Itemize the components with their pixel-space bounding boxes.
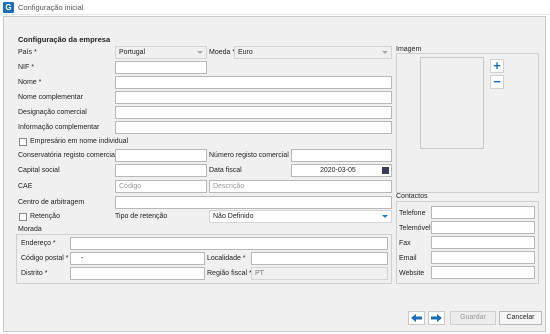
distrito-label: Distrito * (21, 270, 48, 277)
cae-codigo-input[interactable]: Código (115, 180, 207, 193)
retencao-label: Retenção (30, 213, 60, 220)
minus-icon[interactable]: − (490, 75, 504, 89)
cae-descricao-input[interactable]: Descrição (209, 180, 392, 193)
endereco-input[interactable] (70, 237, 388, 250)
moeda-label: Moeda * (209, 49, 236, 56)
plus-icon[interactable]: + (490, 59, 504, 73)
numero-registo-label: Número registo comercial * (209, 152, 294, 159)
nif-input[interactable] (115, 61, 207, 74)
image-preview[interactable] (420, 57, 484, 149)
info-complementar-input[interactable] (115, 121, 392, 134)
email-input[interactable] (431, 251, 535, 264)
website-input[interactable] (431, 266, 535, 279)
website-label: Website (399, 270, 425, 277)
cae-label: CAE (18, 183, 33, 190)
localidade-input[interactable] (251, 252, 388, 265)
arrow-right-icon (431, 314, 442, 322)
window-titlebar: G Configuração inicial (0, 0, 550, 15)
empresario-label: Empresário em nome individual (30, 138, 129, 145)
telefone-input[interactable] (431, 206, 535, 219)
codigo-postal-input[interactable]: - (70, 252, 205, 265)
window-title: Configuração inicial (18, 3, 84, 12)
calendar-icon[interactable] (382, 167, 389, 174)
distrito-input[interactable] (70, 267, 205, 280)
chevron-down-icon (382, 51, 388, 54)
capital-social-label: Capital social (18, 167, 60, 174)
nif-label: NIF * (18, 64, 34, 71)
empresario-checkbox[interactable] (19, 138, 27, 146)
info-complementar-label: Informação complementar (18, 124, 100, 131)
conservatoria-input[interactable] (115, 149, 207, 162)
telemovel-label: Telemóvel (399, 225, 431, 232)
data-fiscal-input[interactable]: 2020-03-05 (291, 164, 392, 177)
moeda-value: Euro (238, 49, 253, 56)
pais-label: País * (18, 49, 37, 56)
endereco-label: Endereço * (21, 240, 56, 247)
centro-arbitragem-label: Centro de arbitragem (18, 199, 85, 206)
codigo-postal-label: Código postal * (21, 255, 69, 262)
pais-select[interactable]: Portugal (115, 46, 207, 59)
nome-complementar-input[interactable] (115, 91, 392, 104)
fax-label: Fax (399, 240, 411, 247)
fax-input[interactable] (431, 236, 535, 249)
telemovel-input[interactable] (431, 221, 535, 234)
chevron-down-icon (382, 215, 388, 218)
numero-registo-input[interactable] (291, 149, 392, 162)
moeda-select[interactable]: Euro (234, 46, 392, 59)
cancel-button[interactable]: Cancelar (499, 311, 542, 325)
conservatoria-label: Conservatória registo comercial * (18, 152, 122, 159)
empresa-section-title: Configuração da empresa (18, 35, 111, 44)
back-button[interactable] (408, 311, 425, 325)
centro-arbitragem-input[interactable] (115, 196, 392, 209)
main-panel: Configuração da empresa País * Portugal … (3, 16, 546, 332)
nome-input[interactable] (115, 76, 392, 89)
localidade-label: Localidade * (207, 255, 246, 262)
email-label: Email (399, 255, 417, 262)
data-fiscal-label: Data fiscal (209, 167, 242, 174)
forward-button[interactable] (428, 311, 445, 325)
capital-social-input[interactable] (115, 164, 207, 177)
regiao-fiscal-label: Região fiscal * (207, 270, 252, 277)
save-button[interactable]: Guardar (450, 311, 496, 325)
nome-label: Nome * (18, 79, 42, 86)
regiao-fiscal-input[interactable]: PT (251, 267, 388, 280)
retencao-checkbox[interactable] (19, 213, 27, 221)
chevron-down-icon (197, 51, 203, 54)
tipo-retencao-label: Tipo de retenção (115, 213, 168, 220)
telefone-label: Telefone (399, 210, 426, 217)
designacao-label: Designação comercial (18, 109, 87, 116)
tipo-retencao-select[interactable]: Não Definido (209, 210, 392, 223)
tipo-retencao-value: Não Definido (213, 213, 254, 220)
arrow-left-icon (411, 314, 422, 322)
nome-complementar-label: Nome complementar (18, 94, 83, 101)
designacao-input[interactable] (115, 106, 392, 119)
app-logo-icon: G (3, 2, 14, 13)
data-fiscal-value: 2020-03-05 (320, 167, 356, 174)
pais-value: Portugal (119, 49, 146, 56)
